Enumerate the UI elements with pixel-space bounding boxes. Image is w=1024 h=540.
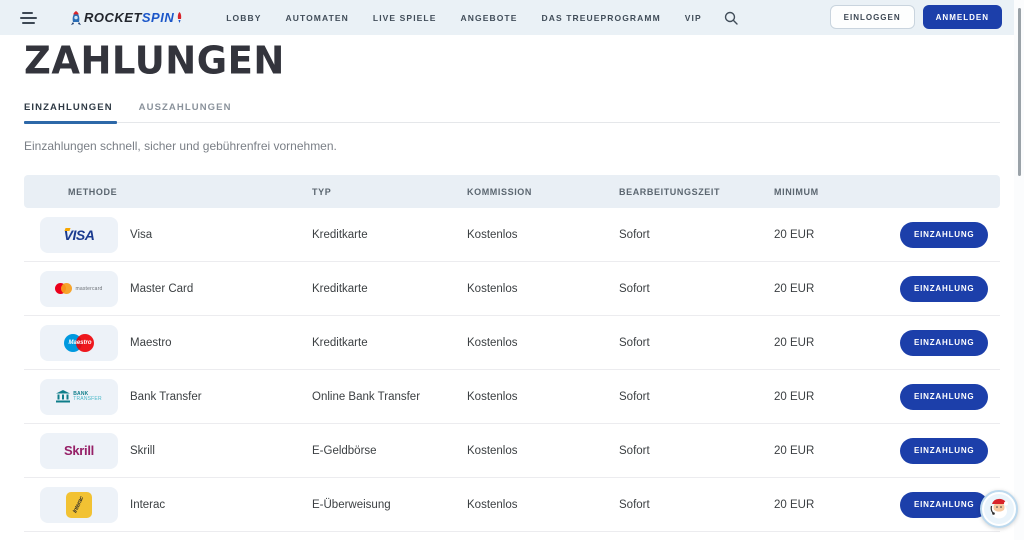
- table-header-row: METHODE TYP KOMMISSION BEARBEITUNGSZEIT …: [24, 175, 1000, 208]
- logo-text: ROCKETSPIN: [84, 10, 174, 25]
- table-row-bank-transfer: BANKTRANSFER Bank Transfer Online Bank T…: [24, 370, 1000, 424]
- method-name: Visa: [130, 229, 152, 241]
- col-bearbeitungszeit: BEARBEITUNGSZEIT: [595, 187, 750, 197]
- deposit-button-interac[interactable]: EINZAHLUNG: [900, 492, 988, 518]
- method-type: E-Überweisung: [288, 499, 443, 511]
- logo-small-rocket-icon: [175, 11, 184, 25]
- method-commission: Kostenlos: [443, 445, 595, 457]
- nav-automaten[interactable]: AUTOMATEN: [285, 13, 348, 23]
- live-chat-widget[interactable]: [980, 490, 1018, 528]
- deposit-methods-table: METHODE TYP KOMMISSION BEARBEITUNGSZEIT …: [24, 175, 1000, 532]
- method-name: Maestro: [130, 337, 172, 349]
- scrollbar-thumb[interactable]: [1018, 8, 1021, 176]
- deposit-button-skrill[interactable]: EINZAHLUNG: [900, 438, 988, 464]
- nav-treueprogramm[interactable]: DAS TREUEPROGRAMM: [541, 13, 660, 23]
- method-minimum: 20 EUR: [750, 283, 900, 295]
- visa-logo: VISA: [40, 217, 118, 253]
- method-processing-time: Sofort: [595, 337, 750, 349]
- method-minimum: 20 EUR: [750, 391, 900, 403]
- method-type: Kreditkarte: [288, 337, 443, 349]
- top-navigation-bar: ROCKETSPIN LOBBY AUTOMATEN LIVE SPIELE A…: [0, 0, 1024, 35]
- deposit-button-maestro[interactable]: EINZAHLUNG: [900, 330, 988, 356]
- table-row-mastercard: mastercard Master Card Kreditkarte Koste…: [24, 262, 1000, 316]
- method-type: E-Geldbörse: [288, 445, 443, 457]
- page-description: Einzahlungen schnell, sicher und gebühre…: [24, 139, 1000, 153]
- method-processing-time: Sofort: [595, 283, 750, 295]
- bank-icon: [56, 390, 70, 403]
- nav-lobby[interactable]: LOBBY: [226, 13, 261, 23]
- table-row-visa: VISA Visa Kreditkarte Kostenlos Sofort 2…: [24, 208, 1000, 262]
- maestro-logo: Maestro: [40, 325, 118, 361]
- method-commission: Kostenlos: [443, 337, 595, 349]
- mastercard-logo: mastercard: [40, 271, 118, 307]
- tab-einzahlungen[interactable]: EINZAHLUNGEN: [24, 102, 113, 122]
- scrollbar-track[interactable]: [1014, 0, 1024, 540]
- main-nav: LOBBY AUTOMATEN LIVE SPIELE ANGEBOTE DAS…: [202, 11, 738, 25]
- payment-tabs: EINZAHLUNGEN AUSZAHLUNGEN: [24, 102, 1000, 123]
- tab-auszahlungen[interactable]: AUSZAHLUNGEN: [139, 102, 232, 122]
- santa-support-icon: [984, 494, 1014, 524]
- nav-live-spiele[interactable]: LIVE SPIELE: [373, 13, 437, 23]
- method-processing-time: Sofort: [595, 499, 750, 511]
- method-minimum: 20 EUR: [750, 499, 900, 511]
- method-type: Online Bank Transfer: [288, 391, 443, 403]
- method-name: Bank Transfer: [130, 391, 202, 403]
- skrill-logo: Skrill: [40, 433, 118, 469]
- deposit-button-visa[interactable]: EINZAHLUNG: [900, 222, 988, 248]
- method-commission: Kostenlos: [443, 283, 595, 295]
- interac-logo: Interac: [40, 487, 118, 523]
- col-minimum: MINIMUM: [750, 187, 900, 197]
- rocketspin-logo[interactable]: ROCKETSPIN: [68, 9, 184, 27]
- login-button[interactable]: EINLOGGEN: [830, 5, 915, 29]
- method-name: Master Card: [130, 283, 193, 295]
- nav-vip[interactable]: VIP: [685, 13, 702, 23]
- nav-angebote[interactable]: ANGEBOTE: [461, 13, 518, 23]
- bank-transfer-logo: BANKTRANSFER: [40, 379, 118, 415]
- col-kommission: KOMMISSION: [443, 187, 595, 197]
- method-processing-time: Sofort: [595, 229, 750, 241]
- page-title: ZAHLUNGEN: [24, 38, 1000, 83]
- auth-buttons: EINLOGGEN ANMELDEN: [830, 5, 1002, 29]
- method-name: Interac: [130, 499, 165, 511]
- method-minimum: 20 EUR: [750, 445, 900, 457]
- menu-icon[interactable]: [20, 12, 40, 24]
- method-type: Kreditkarte: [288, 283, 443, 295]
- method-minimum: 20 EUR: [750, 337, 900, 349]
- col-methode: METHODE: [24, 187, 288, 197]
- method-type: Kreditkarte: [288, 229, 443, 241]
- signup-button[interactable]: ANMELDEN: [923, 5, 1002, 29]
- method-commission: Kostenlos: [443, 499, 595, 511]
- method-processing-time: Sofort: [595, 445, 750, 457]
- table-row-skrill: Skrill Skrill E-Geldbörse Kostenlos Sofo…: [24, 424, 1000, 478]
- method-minimum: 20 EUR: [750, 229, 900, 241]
- method-name: Skrill: [130, 445, 155, 457]
- method-commission: Kostenlos: [443, 391, 595, 403]
- col-typ: TYP: [288, 187, 443, 197]
- table-row-maestro: Maestro Maestro Kreditkarte Kostenlos So…: [24, 316, 1000, 370]
- table-row-interac: Interac Interac E-Überweisung Kostenlos …: [24, 478, 1000, 532]
- method-processing-time: Sofort: [595, 391, 750, 403]
- deposit-button-mastercard[interactable]: EINZAHLUNG: [900, 276, 988, 302]
- method-commission: Kostenlos: [443, 229, 595, 241]
- rocket-icon: [68, 9, 84, 27]
- deposit-button-bank-transfer[interactable]: EINZAHLUNG: [900, 384, 988, 410]
- search-icon[interactable]: [724, 11, 738, 25]
- payments-page: ZAHLUNGEN EINZAHLUNGEN AUSZAHLUNGEN Einz…: [24, 35, 1000, 532]
